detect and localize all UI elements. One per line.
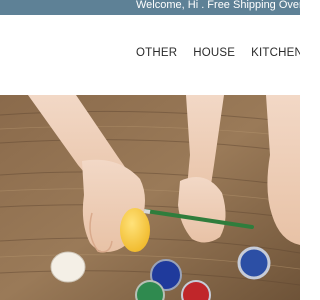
yellow-egg: [120, 208, 150, 252]
announcement-text: Welcome, Hi . Free Shipping Over $39: [136, 0, 300, 11]
announcement-bar: Welcome, Hi . Free Shipping Over $39: [0, 0, 300, 15]
green-paint-pot: [135, 280, 165, 300]
nav-item-other[interactable]: OTHER: [136, 47, 177, 59]
white-paint-pot: [50, 251, 86, 283]
blue-paint-pot-open: [237, 246, 271, 280]
main-nav: OTHER HOUSE KITCHEN TO: [136, 47, 300, 59]
nav-item-house[interactable]: HOUSE: [193, 47, 235, 59]
red-paint-pot: [181, 280, 211, 300]
site-header: OTHER HOUSE KITCHEN TO: [0, 15, 300, 95]
hero-banner-image[interactable]: [0, 95, 300, 300]
hero-illustration: [0, 95, 300, 300]
nav-item-kitchen[interactable]: KITCHEN: [251, 47, 300, 59]
